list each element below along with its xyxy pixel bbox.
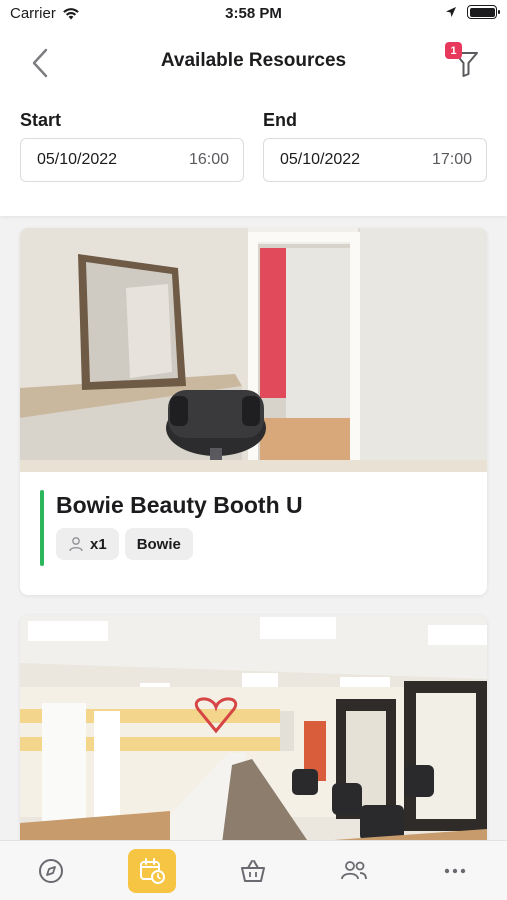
people-icon xyxy=(341,861,367,880)
resource-photo xyxy=(20,228,487,472)
location-chip: Bowie xyxy=(124,528,193,560)
tab-bookings[interactable] xyxy=(128,849,176,893)
resource-card[interactable]: Bowie Beauty Booth U x1 Bowie xyxy=(20,228,487,595)
start-date-field[interactable]: 05/10/2022 16:00 xyxy=(20,138,244,182)
battery-icon xyxy=(467,5,500,19)
compass-icon xyxy=(39,859,63,883)
tab-explore[interactable] xyxy=(27,849,75,893)
person-icon xyxy=(69,537,83,552)
tab-people[interactable] xyxy=(330,849,378,893)
capacity-value: x1 xyxy=(90,535,107,553)
start-label: Start xyxy=(20,110,62,130)
tab-shop[interactable] xyxy=(229,849,277,893)
filter-button[interactable]: 1 xyxy=(443,42,483,82)
calendar-clock-icon xyxy=(140,858,165,884)
resource-list[interactable]: Bowie Beauty Booth U x1 Bowie xyxy=(0,216,507,840)
salon-interior-photo xyxy=(20,615,487,840)
battery-fill xyxy=(469,7,495,17)
start-date-group: Start 05/10/2022 16:00 xyxy=(20,110,244,182)
location-arrow-icon xyxy=(446,7,456,17)
end-time-value: 17:00 xyxy=(431,151,472,168)
end-date-group: End 05/10/2022 17:00 xyxy=(263,110,487,182)
status-bar: Carrier 3:58 PM xyxy=(0,0,507,28)
resource-photo xyxy=(20,615,487,840)
page-title: Available Resources xyxy=(160,50,347,71)
basket-icon xyxy=(241,860,265,882)
more-icon xyxy=(444,868,466,874)
end-date-value: 05/10/2022 xyxy=(280,151,361,168)
resource-title: Bowie Beauty Booth U xyxy=(56,492,303,518)
salon-booth-photo xyxy=(20,228,487,472)
capacity-chip: x1 xyxy=(56,528,119,560)
resource-chips: x1 Bowie xyxy=(56,528,193,560)
status-right xyxy=(445,5,500,19)
header: Available Resources 1 Start 05/10/2022 1… xyxy=(0,28,507,216)
start-date-value: 05/10/2022 xyxy=(37,151,118,168)
resource-card-body: Bowie Beauty Booth U x1 Bowie xyxy=(20,472,487,595)
availability-accent-bar xyxy=(40,490,44,566)
start-time-value: 16:00 xyxy=(188,151,229,168)
resource-card[interactable] xyxy=(20,615,487,840)
end-date-field[interactable]: 05/10/2022 17:00 xyxy=(263,138,487,182)
location-value: Bowie xyxy=(136,535,181,553)
status-time: 3:58 PM xyxy=(225,5,282,22)
filter-count-badge: 1 xyxy=(445,42,462,59)
tab-more[interactable] xyxy=(431,849,479,893)
end-label: End xyxy=(263,110,297,130)
tab-bar xyxy=(0,840,507,900)
